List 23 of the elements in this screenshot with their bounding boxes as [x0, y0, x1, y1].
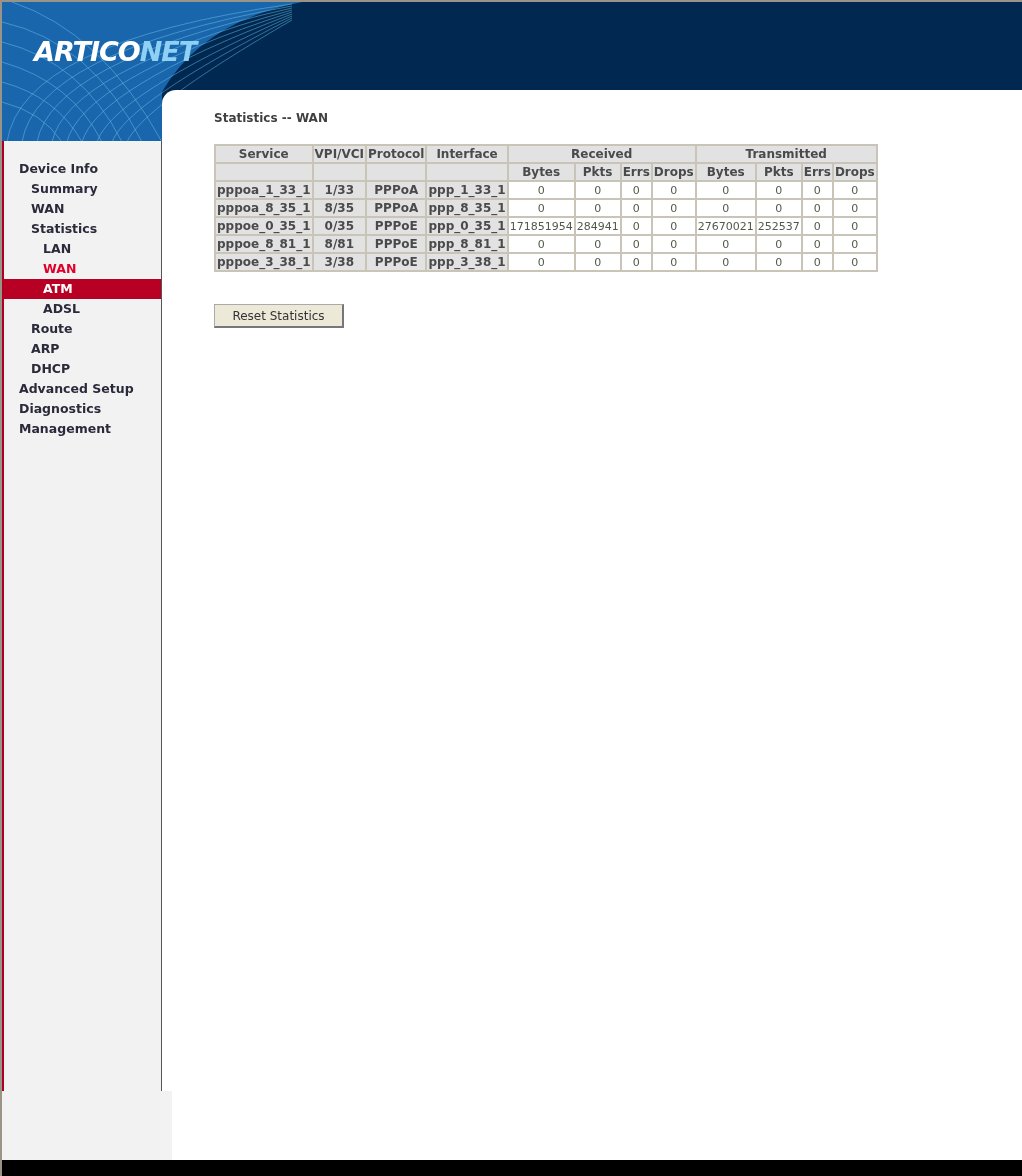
- sidebar-item[interactable]: Advanced Setup: [4, 379, 161, 399]
- sidebar-item[interactable]: WAN: [4, 259, 161, 279]
- sidebar-item[interactable]: ARP: [4, 339, 161, 359]
- column-group-header: Received: [507, 145, 696, 163]
- sidebar-item[interactable]: Statistics: [4, 219, 161, 239]
- sidebar-item[interactable]: Route: [4, 319, 161, 339]
- sidebar-item[interactable]: Management: [4, 419, 161, 439]
- sidebar-item[interactable]: ATM: [4, 279, 161, 299]
- page-title: Statistics -- WAN: [214, 110, 328, 127]
- sidebar-item[interactable]: LAN: [4, 239, 161, 259]
- logo: ARTICONET: [34, 38, 197, 65]
- column-header: VPI/VCI: [312, 145, 367, 163]
- sidebar-item[interactable]: Summary: [4, 179, 161, 199]
- column-header: Protocol: [366, 145, 427, 163]
- sidebar-item[interactable]: DHCP: [4, 359, 161, 379]
- reset-statistics-button[interactable]: Reset Statistics: [214, 304, 344, 328]
- sidebar-item[interactable]: WAN: [4, 199, 161, 219]
- column-header: Interface: [426, 145, 508, 163]
- column-group-header: Transmitted: [695, 145, 877, 163]
- column-header: Service: [215, 145, 313, 163]
- sidebar-item[interactable]: Diagnostics: [4, 399, 161, 419]
- sidebar-item[interactable]: ADSL: [4, 299, 161, 319]
- sidebar-item[interactable]: Device Info: [4, 159, 161, 179]
